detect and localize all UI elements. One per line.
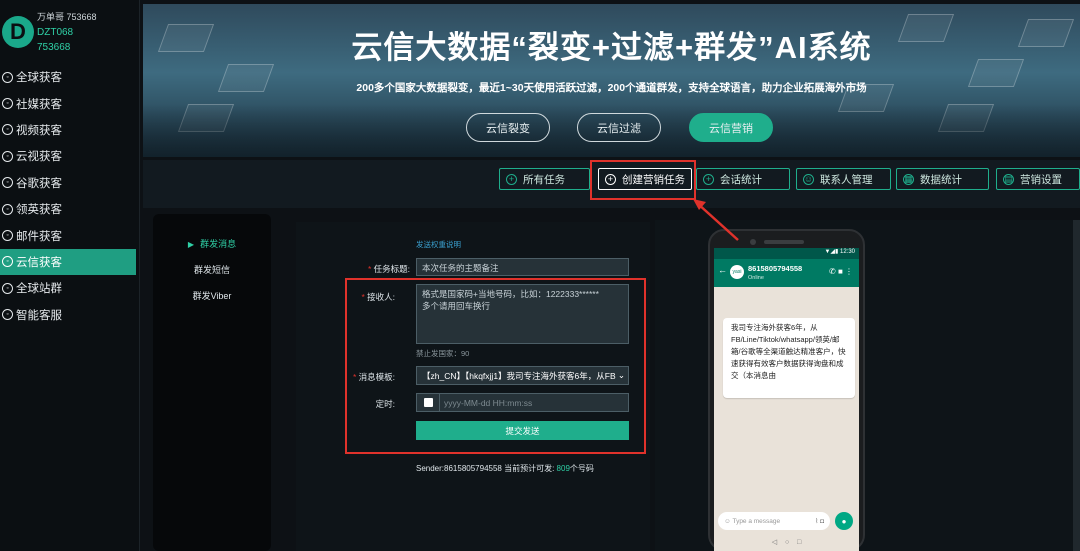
- sender-info: Sender:8615805794558 当前预计可发: 809个号码: [416, 463, 594, 474]
- sidebar-item-label: 领英获客: [16, 204, 62, 217]
- tab-data-stats[interactable]: ▦ 数据统计: [896, 168, 989, 190]
- phone-status-bar: ▼◢▮ 12:30: [714, 248, 859, 259]
- sender-text: Sender:8615805794558 当前预计可发:: [416, 464, 555, 473]
- tab-session-stats[interactable]: + 会话统计: [696, 168, 790, 190]
- sites-icon: ◦: [2, 282, 13, 294]
- sidebar-item-cloudmsg[interactable]: ◦ 云信获客: [0, 248, 136, 276]
- app-logo: D: [2, 16, 34, 48]
- avatar: yasi: [730, 265, 744, 279]
- message-input[interactable]: ☺ Type a message ⌇ ◘: [718, 512, 830, 530]
- tab-label: 联系人管理: [820, 173, 873, 186]
- sidebar-item-mail[interactable]: ◦ 邮件获客: [0, 222, 136, 248]
- tab-settings[interactable]: ▤ 营销设置: [996, 168, 1080, 190]
- subnav-item-viber[interactable]: 群发Viber: [153, 289, 271, 302]
- user-id: 753668: [37, 42, 71, 53]
- settings-icon: ▤: [1003, 173, 1014, 185]
- tab-label: 所有任务: [523, 173, 565, 186]
- attach-camera-icon[interactable]: ⌇ ◘: [815, 517, 824, 525]
- title-label-text: 任务标题:: [373, 264, 410, 274]
- share-icon: ◦: [2, 98, 13, 110]
- sidebar-item-social[interactable]: ◦ 社媒获客: [0, 90, 136, 116]
- user-name: 万单哥 753668: [37, 12, 97, 22]
- linkedin-icon: ◦: [2, 203, 13, 215]
- sidebar-item-label: 全球站群: [16, 283, 62, 296]
- android-nav-bar: ◁ ○ □: [771, 539, 802, 546]
- filter-button[interactable]: 云信过滤: [577, 113, 661, 142]
- tab-contacts[interactable]: ☺ 联系人管理: [796, 168, 891, 190]
- sidebar-item-sites[interactable]: ◦ 全球站群: [0, 275, 136, 301]
- split-button[interactable]: 云信裂变: [466, 113, 550, 142]
- message-bubble: 我司专注海外获客6年，从FB/Line/Tiktok/whatsapp/领英/邮…: [723, 318, 855, 398]
- help-link[interactable]: 发送权重说明: [416, 239, 461, 250]
- message-icon: ◦: [2, 256, 13, 268]
- sidebar-item-label: 全球获客: [16, 72, 62, 85]
- sidebar-menu: ◦ 全球获客 ◦ 社媒获客 ◦ 视频获客 ◦ 云视获客 ◦ 谷歌获客 ◦ 领英获客 ◦ 邮件获…: [0, 64, 136, 328]
- tab-all-tasks[interactable]: + 所有任务: [499, 168, 590, 190]
- title-input[interactable]: 本次任务的主题备注: [416, 258, 629, 276]
- service-icon: ◦: [2, 309, 13, 321]
- camera-icon: [750, 239, 756, 245]
- sidebar-item-cloudvideo[interactable]: ◦ 云视获客: [0, 143, 136, 169]
- google-icon: ◦: [2, 177, 13, 189]
- hero-banner: 云信大数据“裂变+过滤+群发”AI系统 200多个国家大数据裂变，最近1~30天…: [143, 4, 1080, 157]
- subnav-item-sms[interactable]: 群发短信: [153, 263, 271, 276]
- sidebar-item-label: 云信获客: [16, 256, 62, 269]
- tab-label: 数据统计: [920, 173, 962, 186]
- chat-status: Online: [748, 275, 764, 281]
- sidebar-item-label: 邮件获客: [16, 230, 62, 243]
- sidebar-item-service[interactable]: ◦ 智能客服: [0, 302, 136, 328]
- subnav-label: 群发消息: [200, 239, 237, 249]
- plus-icon: +: [506, 173, 517, 185]
- sidebar-item-linkedin[interactable]: ◦ 领英获客: [0, 196, 136, 222]
- sidebar-item-global[interactable]: ◦ 全球获客: [0, 64, 136, 90]
- sidebar-item-label: 社媒获客: [16, 98, 62, 111]
- sidebar-item-video[interactable]: ◦ 视频获客: [0, 117, 136, 143]
- signal-icon: ▼◢▮: [824, 249, 840, 255]
- mail-icon: ◦: [2, 230, 13, 242]
- plus-icon: +: [703, 173, 714, 185]
- banner-subtitle: 200多个国家大数据裂变，最近1~30天使用活跃过滤，200个通道群发，支持全球…: [356, 82, 867, 94]
- chat-header: ← yasi 8615805794558 Online ✆ ■ ⋮: [714, 259, 859, 287]
- sender-count: 809: [556, 464, 570, 473]
- phone-screen: ▼◢▮ 12:30 ← yasi 8615805794558 Online ✆ …: [714, 248, 859, 551]
- sub-nav: ▶ 群发消息 群发短信 群发Viber: [153, 214, 271, 551]
- sidebar-item-label: 视频获客: [16, 124, 62, 137]
- contact-icon: ☺: [803, 173, 814, 185]
- marketing-button[interactable]: 云信营销: [689, 113, 773, 142]
- user-info: 万单哥 753668 DZT068 753668: [37, 10, 97, 55]
- globe-icon: ◦: [2, 71, 13, 83]
- sidebar: D 万单哥 753668 DZT068 753668 ◦ 全球获客 ◦ 社媒获客 ◦…: [0, 0, 140, 551]
- highlight-box-tab: [590, 160, 696, 200]
- chart-icon: ▦: [903, 173, 914, 185]
- speaker-grille: [764, 240, 804, 244]
- sidebar-item-google[interactable]: ◦ 谷歌获客: [0, 170, 136, 196]
- highlight-box-form: [345, 278, 646, 454]
- call-video-menu-icons[interactable]: ✆ ■ ⋮: [829, 267, 853, 276]
- video-icon: ◦: [2, 124, 13, 136]
- title-label: * 任务标题:: [367, 264, 410, 274]
- user-account: DZT068: [37, 27, 74, 38]
- cloud-icon: ◦: [2, 150, 13, 162]
- play-icon: ▶: [187, 240, 195, 249]
- phone-time: 12:30: [839, 249, 855, 255]
- message-placeholder: Type a message: [732, 517, 781, 525]
- chat-contact: 8615805794558: [748, 264, 803, 273]
- emoji-icon[interactable]: ☺: [724, 518, 732, 525]
- tab-label: 营销设置: [1020, 173, 1062, 186]
- back-arrow-icon[interactable]: ←: [718, 265, 727, 275]
- scrollbar[interactable]: [1073, 220, 1080, 551]
- mic-icon[interactable]: ●: [835, 512, 853, 530]
- subnav-item-message[interactable]: ▶ 群发消息: [153, 237, 271, 250]
- sidebar-item-label: 云视获客: [16, 151, 62, 164]
- banner-title: 云信大数据“裂变+过滤+群发”AI系统: [351, 30, 872, 65]
- sidebar-item-label: 谷歌获客: [16, 177, 62, 190]
- sidebar-item-label: 智能客服: [16, 309, 62, 322]
- tab-label: 会话统计: [720, 173, 762, 186]
- sender-unit: 个号码: [569, 464, 594, 473]
